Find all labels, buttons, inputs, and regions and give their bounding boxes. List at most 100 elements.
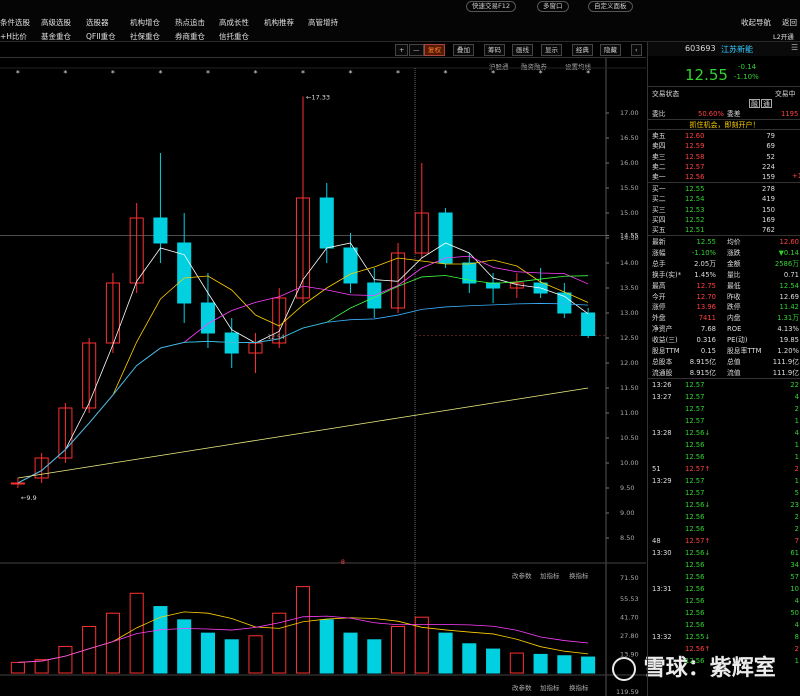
ask-row: 卖一 12.56 159 xyxy=(652,173,775,182)
nav-item-xintuo[interactable]: 信托重仓 xyxy=(219,31,249,42)
zoom-out-button[interactable]: — xyxy=(409,44,424,56)
vol-add-indicator[interactable]: 加指标 xyxy=(540,570,560,580)
event-marker: * xyxy=(539,69,543,78)
stock-code: 603693 xyxy=(685,44,716,53)
nav-item-h-bijia[interactable]: +H比价 xyxy=(0,31,27,42)
tab-fuquan[interactable]: 复权 xyxy=(424,44,445,56)
low-price-label: ←9.9 xyxy=(21,494,37,502)
vol-switch-indicator[interactable]: 换指标 xyxy=(569,570,589,580)
volume-bar xyxy=(462,643,477,674)
tick-row: 12.56 4 xyxy=(685,597,799,605)
ma-long-line xyxy=(17,387,589,479)
vol-param-button[interactable]: 改参数 xyxy=(512,570,532,580)
tick-row: 13:27 12.57 4 xyxy=(652,393,799,401)
stat-row: 总股本 8.915亿 总值 111.9亿 xyxy=(652,357,799,366)
stock-name[interactable]: 江苏新能 xyxy=(721,44,753,55)
volume-bar xyxy=(557,655,572,674)
ask1-extra: +1 xyxy=(792,172,800,180)
nav-item-qfii[interactable]: QFII重仓 xyxy=(86,31,116,42)
nav-item-gaoji[interactable]: 高级选股 xyxy=(41,17,71,28)
stat-row: 净资产 7.68 ROE 4.13% xyxy=(652,325,799,334)
tab-jingdian[interactable]: 经典 xyxy=(572,44,593,56)
price-tick-label: 16.50 xyxy=(620,134,639,142)
tick-row: 13:31 12.56 10 xyxy=(652,585,799,593)
tick-row: 12.56 50 xyxy=(685,609,799,617)
zoom-in-button[interactable]: + xyxy=(395,44,409,56)
vol2-switch-indicator[interactable]: 换指标 xyxy=(569,682,589,692)
event-marker: * xyxy=(349,69,353,78)
candle-body xyxy=(177,242,192,304)
snowball-logo-icon xyxy=(612,657,636,681)
event-marker: * xyxy=(301,69,305,78)
volume-bar xyxy=(224,639,239,674)
event-marker: * xyxy=(444,69,448,78)
price-tick-label: 15.00 xyxy=(620,209,639,217)
tick-row: 12.56 2 xyxy=(685,513,799,521)
volume-bar xyxy=(533,653,548,674)
nav-item-jijin[interactable]: 基金重仓 xyxy=(41,31,71,42)
nav-item-tiaojian[interactable]: 条件选股 xyxy=(0,17,30,28)
vol2-add-indicator[interactable]: 加指标 xyxy=(540,682,560,692)
custom-panel-button[interactable]: 自定义面板 xyxy=(588,1,633,12)
mid-marker: 8 xyxy=(341,558,345,566)
tick-row: 12.56 1 xyxy=(685,453,799,461)
tick-row: 12.56 34 xyxy=(685,561,799,569)
candle-body xyxy=(200,302,215,334)
event-marker: * xyxy=(16,69,20,78)
nav-item-quanshang[interactable]: 券商重仓 xyxy=(175,31,205,42)
tick-row: 12.57 1 xyxy=(685,417,799,425)
stat-row: 今开 12.70 昨收 12.69 xyxy=(652,292,799,301)
candle-body xyxy=(224,332,239,354)
tab-chouma[interactable]: 筹码 xyxy=(484,44,505,56)
volume-bar xyxy=(177,619,192,674)
event-marker: * xyxy=(586,69,590,78)
nav-item-gaochengzhang[interactable]: 高成长性 xyxy=(219,17,249,28)
crosshair-price-label: 12.54 xyxy=(267,334,284,341)
tab-huaxian[interactable]: 画线 xyxy=(512,44,533,56)
nav-item-xuangu[interactable]: 选股器 xyxy=(86,17,109,28)
multi-window-button[interactable]: 多窗口 xyxy=(537,1,569,12)
stat-row: 总手 2.05万 金额 2586万 xyxy=(652,259,799,268)
tab-yincang[interactable]: 隐藏 xyxy=(600,44,621,56)
stat-row: 股息TTM 0.15 股息率TTM 1.20% xyxy=(652,347,799,355)
candle-body xyxy=(581,312,596,336)
stat-row: 最高 12.75 最低 12.54 xyxy=(652,281,799,290)
nav-item-gaoguan[interactable]: 高管增持 xyxy=(308,17,338,28)
price-change: -0.14 xyxy=(738,63,757,71)
nav-item-jigou-zengcang[interactable]: 机构增仓 xyxy=(130,17,160,28)
vol2-param-button[interactable]: 改参数 xyxy=(512,682,532,692)
price-tick-label: 15.50 xyxy=(620,184,639,192)
l2-open-link[interactable]: L2开通 xyxy=(773,31,794,41)
collapse-arrow-icon[interactable]: ‹ xyxy=(631,44,642,56)
tab-xianshi[interactable]: 显示 xyxy=(541,44,562,56)
menu-icon[interactable]: ☰ xyxy=(791,43,798,52)
weibi-row: 委比 50.60% 委差 1195 xyxy=(652,110,799,118)
stat-row: 收益(三) 0.316 PE(动) 19.85 xyxy=(652,336,799,345)
tick-row: 48 12.57↑ 7 xyxy=(652,537,799,545)
volume-bar xyxy=(10,661,25,674)
collapse-nav-button[interactable]: 收起导航 xyxy=(741,17,771,28)
price-tick-label: 11.50 xyxy=(620,384,639,392)
volume-axis-label: 71.50 xyxy=(620,574,639,582)
quick-trade-button[interactable]: 快速交易F12 xyxy=(466,1,517,12)
promo-banner[interactable]: 抓住机会，即刻开户！ xyxy=(648,119,800,130)
nav-item-shebao[interactable]: 社保重仓 xyxy=(130,31,160,42)
tick-row: 13:26 12.57 22 xyxy=(652,381,799,389)
nav-item-redian[interactable]: 热点追击 xyxy=(175,17,205,28)
tab-diejia[interactable]: 叠加 xyxy=(453,44,474,56)
tick-row: 51 12.57↑ 2 xyxy=(652,465,799,473)
kline-chart-svg[interactable]: 17.0016.5016.0015.5015.0014.5514.5014.00… xyxy=(0,58,646,696)
volume-bar xyxy=(438,632,453,674)
price-tick-label: 17.00 xyxy=(620,109,639,117)
event-marker: * xyxy=(491,69,495,78)
chart-area: 沪股通 融资融券 设置均线 17.00 16.50 16.00 15.50 15.00 1… xyxy=(0,58,776,696)
tick-row: 12.56↑ 2 xyxy=(685,645,799,653)
nav-item-jigou-tuijian[interactable]: 机构推荐 xyxy=(264,17,294,28)
bid-row: 买三 12.53 150 xyxy=(652,205,775,214)
volume-bar xyxy=(295,586,311,674)
price-change-pct: -1.10% xyxy=(734,73,759,81)
back-button[interactable]: 返回 xyxy=(782,17,797,28)
candle-body xyxy=(319,197,334,249)
tick-row: 12.56 4 xyxy=(685,621,799,629)
price-tick-label: 14.00 xyxy=(620,259,639,267)
